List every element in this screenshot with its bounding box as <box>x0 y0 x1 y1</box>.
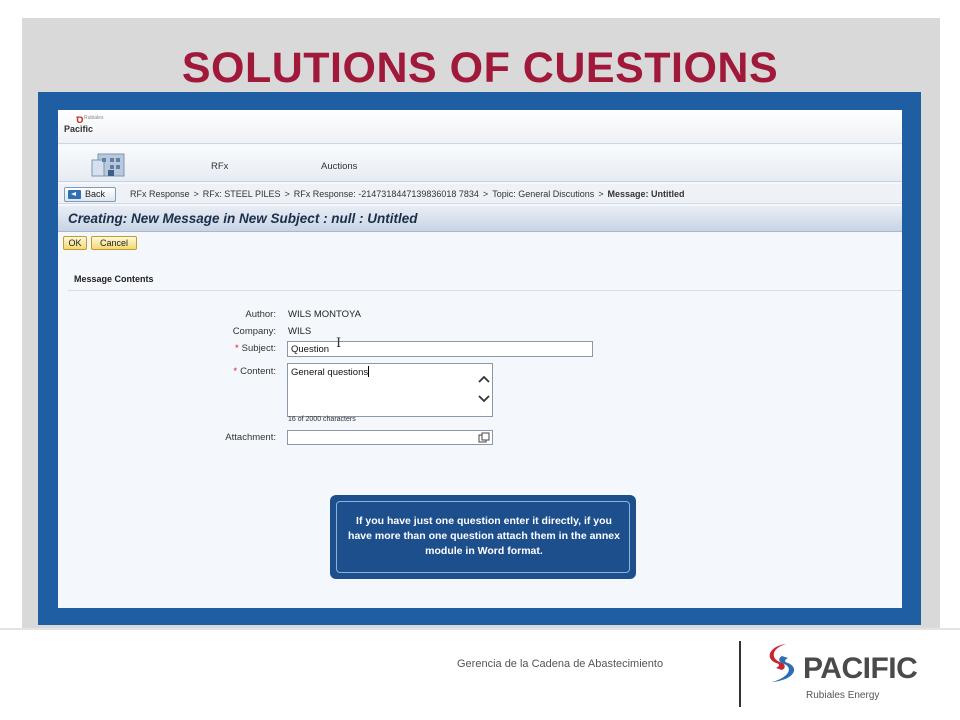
instruction-callout: If you have just one question enter it d… <box>330 495 636 579</box>
subject-label: Subject: <box>241 343 276 354</box>
action-bar: OK Cancel <box>58 233 902 253</box>
browse-file-icon[interactable] <box>478 432 490 443</box>
slide-divider <box>0 628 960 630</box>
required-marker: * <box>233 366 238 377</box>
callout-text: If you have just one question enter it d… <box>348 515 620 557</box>
back-button[interactable]: Back <box>64 187 116 202</box>
breadcrumb-item-topic[interactable]: Topic: General Discutions <box>492 189 594 199</box>
subject-input[interactable]: Question <box>287 341 593 357</box>
content-text: General questions <box>291 367 369 378</box>
app-logo-small-text: Rubiales <box>84 115 104 121</box>
app-logo-text: Pacific <box>64 124 94 134</box>
tab-auctions[interactable]: Auctions <box>321 161 357 172</box>
footer-text: Gerencia de la Cadena de Abastecimiento <box>457 658 664 670</box>
brand-name: PACIFIC <box>803 652 918 685</box>
page-header: Creating: New Message in New Subject : n… <box>58 206 902 232</box>
slide-title: SOLUTIONS OF CUESTIONS <box>181 44 779 92</box>
section-title: Message Contents <box>74 274 154 284</box>
sourcing-building-icon <box>91 153 125 177</box>
chevron-up-icon[interactable] <box>477 373 491 385</box>
breadcrumb-item-rfx-response[interactable]: RFx Response <box>130 189 190 199</box>
character-counter: 16 of 2000 characters <box>288 416 356 423</box>
chevron-down-icon[interactable] <box>477 393 491 405</box>
company-label: Company: <box>232 326 276 337</box>
required-marker: * <box>234 343 239 354</box>
pacific-logo-icon <box>769 644 795 682</box>
app-logo-bar: ס Rubiales Pacific <box>58 110 902 144</box>
breadcrumb-item-rfx[interactable]: RFx: STEEL PILES <box>203 189 281 199</box>
breadcrumb-separator: > <box>284 189 290 199</box>
cancel-button[interactable]: Cancel <box>91 236 137 250</box>
content-textarea[interactable]: General questions <box>287 363 493 417</box>
breadcrumb-separator: > <box>482 189 489 199</box>
attachment-input[interactable] <box>287 430 493 445</box>
company-value: WILS <box>288 326 312 337</box>
attachment-label: Attachment: <box>225 432 276 443</box>
content-label-wrap: * Content: <box>76 366 276 377</box>
content-label: Content: <box>240 366 276 377</box>
tab-rfx[interactable]: RFx <box>211 161 228 172</box>
author-label: Author: <box>245 309 276 320</box>
back-arrow-icon <box>68 190 81 199</box>
footer-vertical-line <box>739 641 741 707</box>
subject-label-wrap: * Subject: <box>76 343 276 354</box>
breadcrumb-item-response-id[interactable]: RFx Response: -2147318447139836018 7834 <box>294 189 479 199</box>
back-button-label: Back <box>85 189 106 199</box>
text-cursor-icon: I <box>336 336 342 351</box>
section-divider <box>68 290 902 291</box>
ok-button[interactable]: OK <box>63 236 87 250</box>
breadcrumb-item-current: Message: Untitled <box>607 189 685 199</box>
text-caret <box>368 366 370 377</box>
app-screen: ס Rubiales Pacific RFx Auctions Back RFx… <box>58 110 902 608</box>
breadcrumb: RFx Response > RFx: STEEL PILES > RFx Respon… <box>130 189 685 199</box>
brand-subtitle: Rubiales Energy <box>806 690 880 701</box>
breadcrumb-separator: > <box>598 189 604 199</box>
breadcrumb-bar: Back RFx Response > RFx: STEEL PILES > RFx R… <box>58 184 902 204</box>
breadcrumb-separator: > <box>193 189 199 199</box>
top-navigation: RFx Auctions <box>58 146 902 182</box>
author-value: WILS MONTOYA <box>288 309 362 320</box>
callout-border: If you have just one question enter it d… <box>336 501 630 573</box>
app-logo: ס Rubiales Pacific <box>64 114 112 140</box>
page-title: Creating: New Message in New Subject : n… <box>68 211 418 226</box>
